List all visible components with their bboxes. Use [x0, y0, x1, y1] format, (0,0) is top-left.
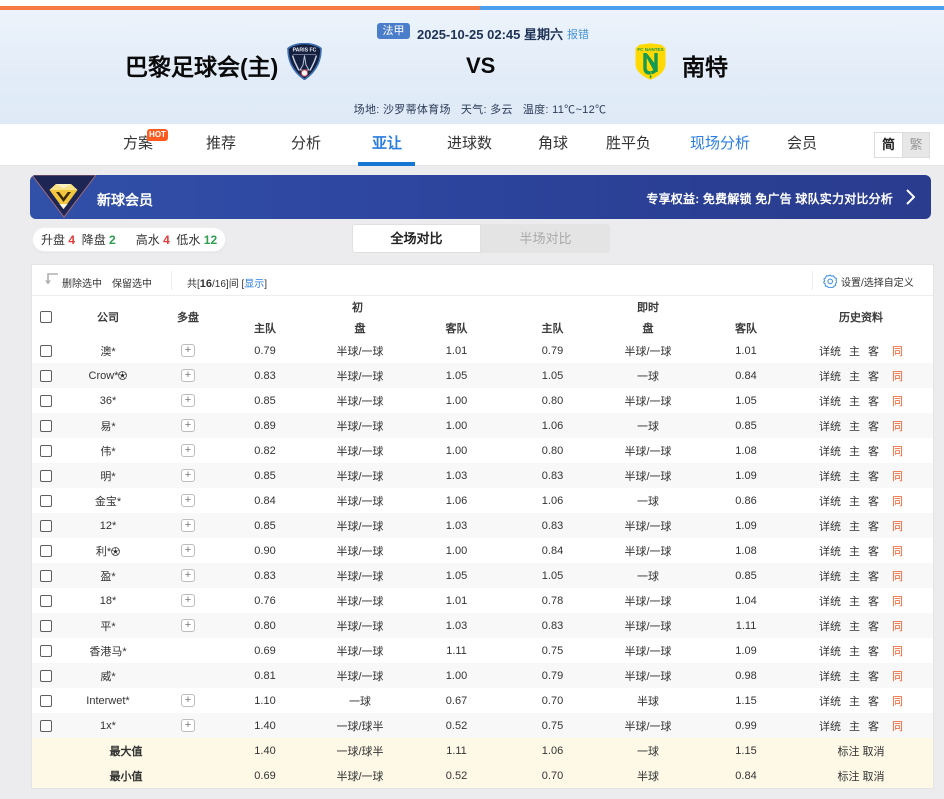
- svg-text:FC NANTES: FC NANTES: [637, 47, 663, 52]
- svg-text:PARIS FC: PARIS FC: [293, 48, 317, 54]
